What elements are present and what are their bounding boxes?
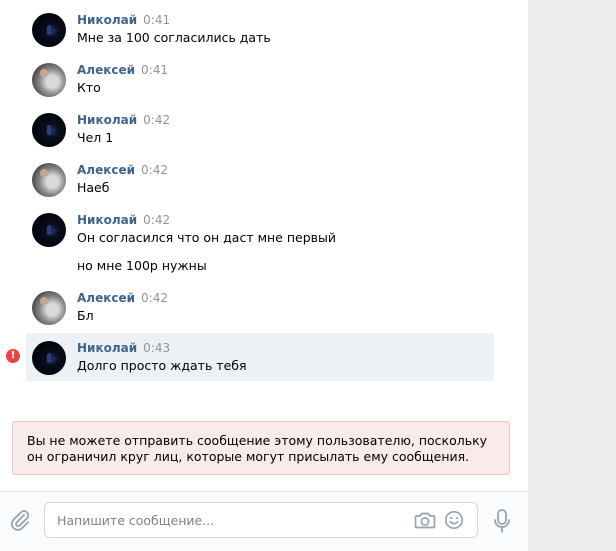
message-header: Николай 0:41 xyxy=(77,13,170,28)
message-item[interactable]: Алексей 0:42 Бл xyxy=(26,291,494,331)
message-item[interactable]: Алексей 0:41 Кто xyxy=(26,63,494,103)
avatar[interactable] xyxy=(32,341,66,375)
author-name[interactable]: Николай xyxy=(77,213,137,227)
message-text: Мне за 100 согласились дать xyxy=(77,30,271,45)
paperclip-icon[interactable] xyxy=(8,508,30,532)
restriction-notice: Вы не можете отправить сообщение этому п… xyxy=(12,421,510,475)
message-item[interactable]: Николай 0:42 Чел 1 xyxy=(26,113,494,153)
message-time[interactable]: 0:42 xyxy=(143,213,170,227)
avatar[interactable] xyxy=(32,163,66,197)
message-header: Николай 0:42 xyxy=(77,213,170,228)
message-time[interactable]: 0:41 xyxy=(141,63,168,77)
smile-icon[interactable] xyxy=(444,510,464,530)
message-item[interactable]: Николай 0:42 Он согласился что он даст мн… xyxy=(26,213,494,279)
avatar[interactable] xyxy=(32,13,66,47)
message-header: Николай 0:42 xyxy=(77,113,170,128)
message-time[interactable]: 0:42 xyxy=(141,291,168,305)
chat-panel: Николай 0:41 Мне за 100 согласились дать … xyxy=(0,0,528,551)
message-item-failed[interactable]: Николай 0:43 Долго просто ждать тебя xyxy=(26,333,494,381)
message-time[interactable]: 0:43 xyxy=(143,341,170,355)
avatar[interactable] xyxy=(32,213,66,247)
message-item[interactable]: Алексей 0:42 Наеб xyxy=(26,163,494,203)
author-name[interactable]: Алексей xyxy=(77,63,135,77)
message-time[interactable]: 0:42 xyxy=(143,113,170,127)
author-name[interactable]: Николай xyxy=(77,13,137,27)
message-header: Алексей 0:41 xyxy=(77,63,168,78)
message-input[interactable] xyxy=(45,503,405,537)
avatar[interactable] xyxy=(32,113,66,147)
right-panel xyxy=(528,0,616,551)
message-text: Чел 1 xyxy=(77,130,114,145)
author-name[interactable]: Николай xyxy=(77,113,137,127)
message-header: Алексей 0:42 xyxy=(77,291,168,306)
message-composer xyxy=(0,491,528,551)
author-name[interactable]: Алексей xyxy=(77,291,135,305)
message-time[interactable]: 0:41 xyxy=(143,13,170,27)
message-header: Алексей 0:42 xyxy=(77,163,168,178)
message-header: Николай 0:43 xyxy=(77,341,170,356)
avatar[interactable] xyxy=(32,63,66,97)
message-text: Он согласился что он даст мне первый xyxy=(77,230,337,245)
message-input-box[interactable] xyxy=(44,502,478,538)
camera-icon[interactable] xyxy=(414,510,436,530)
avatar[interactable] xyxy=(32,291,66,325)
message-text: но мне 100р нужны xyxy=(77,258,207,273)
message-time[interactable]: 0:42 xyxy=(141,163,168,177)
message-item[interactable]: Николай 0:41 Мне за 100 согласились дать xyxy=(26,13,494,53)
error-icon[interactable]: ! xyxy=(6,349,20,363)
message-text: Бл xyxy=(77,308,94,323)
message-text: Кто xyxy=(77,80,101,95)
microphone-icon[interactable] xyxy=(492,508,512,534)
message-text: Наеб xyxy=(77,180,110,195)
message-text: Долго просто ждать тебя xyxy=(77,358,247,373)
author-name[interactable]: Николай xyxy=(77,341,137,355)
author-name[interactable]: Алексей xyxy=(77,163,135,177)
